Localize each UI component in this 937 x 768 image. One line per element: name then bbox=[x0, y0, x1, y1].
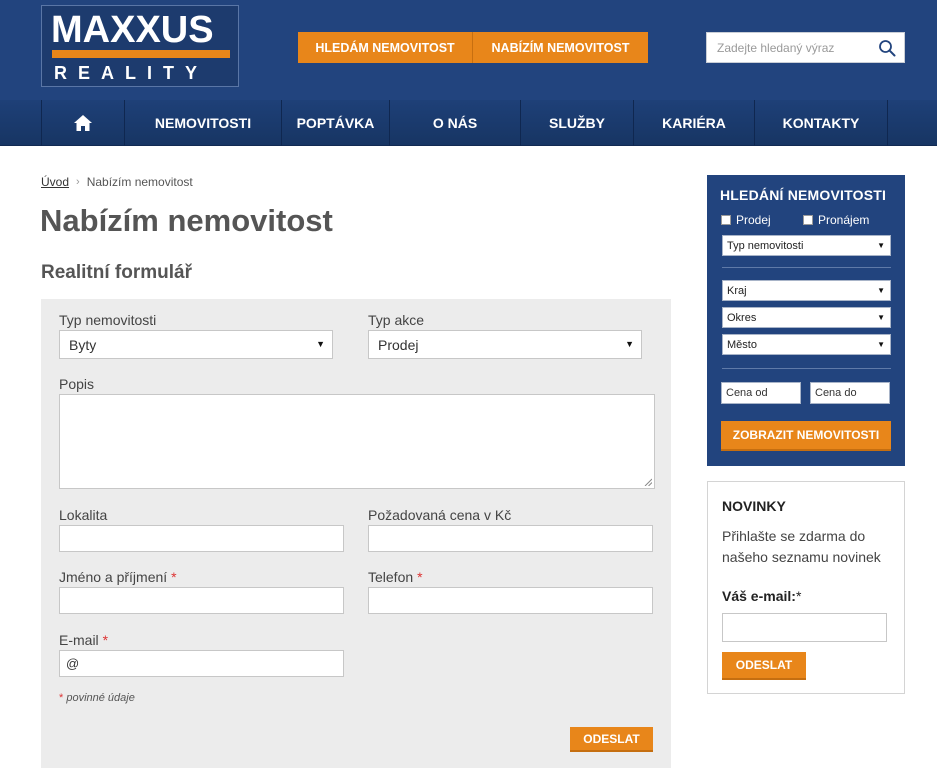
home-icon bbox=[74, 115, 92, 131]
email-label: E-mail * bbox=[59, 632, 108, 648]
dropdown-arrow-icon: ▼ bbox=[877, 313, 885, 322]
breadcrumb-home-link[interactable]: Úvod bbox=[41, 175, 69, 189]
email-label-text: E-mail bbox=[59, 632, 99, 648]
nav-item-career[interactable]: KARIÉRA bbox=[633, 100, 754, 146]
name-input[interactable] bbox=[59, 587, 344, 614]
rent-checkbox[interactable] bbox=[803, 215, 813, 225]
price-to-input[interactable] bbox=[810, 382, 890, 404]
dropdown-arrow-icon: ▼ bbox=[877, 340, 885, 349]
name-label-text: Jméno a příjmení bbox=[59, 569, 168, 585]
site-header: MAXXUS REALITY HLEDÁM NEMOVITOST NABÍZÍM… bbox=[0, 0, 937, 100]
show-properties-button[interactable]: ZOBRAZIT NEMOVITOSTI bbox=[721, 421, 891, 451]
chevron-right-icon: › bbox=[76, 176, 80, 188]
newsletter-email-label-text: Váš e-mail: bbox=[722, 588, 796, 604]
newsletter-text: Přihlašte se zdarma do našeho seznamu no… bbox=[722, 528, 881, 565]
newsletter-email-label: Váš e-mail:* bbox=[722, 588, 801, 604]
site-search bbox=[706, 32, 905, 63]
sidebar-property-search: HLEDÁNÍ NEMOVITOSTI Prodej Pronájem Typ … bbox=[707, 175, 905, 466]
property-type-value: Byty bbox=[69, 336, 97, 353]
sidebar-search-title: HLEDÁNÍ NEMOVITOSTI bbox=[720, 187, 887, 203]
breadcrumb-current: Nabízím nemovitost bbox=[86, 175, 193, 189]
price-input[interactable] bbox=[368, 525, 653, 552]
sidebar-divider bbox=[722, 267, 891, 268]
action-type-value: Prodej bbox=[378, 336, 419, 353]
location-input[interactable] bbox=[59, 525, 344, 552]
sidebar-divider bbox=[722, 368, 891, 369]
newsletter-title: NOVINKY bbox=[722, 498, 786, 514]
action-type-label: Typ akce bbox=[368, 312, 425, 328]
required-mark: * bbox=[795, 588, 802, 604]
nav-item-contacts[interactable]: KONTAKTY bbox=[754, 100, 888, 146]
phone-label: Telefon * bbox=[368, 569, 423, 585]
logo-bar bbox=[52, 50, 230, 58]
name-label: Jméno a příjmení * bbox=[59, 569, 177, 585]
required-mark: * bbox=[171, 569, 177, 585]
city-select[interactable]: Město ▼ bbox=[722, 334, 891, 355]
nav-item-about[interactable]: O NÁS bbox=[389, 100, 520, 146]
email-input[interactable] bbox=[59, 650, 344, 677]
rent-checkbox-label: Pronájem bbox=[818, 213, 870, 227]
description-label: Popis bbox=[59, 376, 95, 392]
description-textarea[interactable] bbox=[59, 394, 655, 489]
location-label: Lokalita bbox=[59, 507, 108, 523]
sale-checkbox-label: Prodej bbox=[736, 213, 771, 227]
top-buttons: HLEDÁM NEMOVITOST NABÍZÍM NEMOVITOST bbox=[298, 32, 648, 63]
nav-item-services[interactable]: SLUŽBY bbox=[520, 100, 633, 146]
dropdown-arrow-icon: ▼ bbox=[316, 339, 325, 349]
search-input[interactable] bbox=[707, 33, 872, 62]
newsletter-submit-button[interactable]: ODESLAT bbox=[722, 652, 806, 680]
breadcrumb: Úvod › Nabízím nemovitost bbox=[41, 175, 193, 189]
dropdown-arrow-icon: ▼ bbox=[877, 286, 885, 295]
property-type-label: Typ nemovitosti bbox=[59, 312, 157, 328]
realty-form: Typ nemovitosti Byty ▼ Typ akce Prodej ▼… bbox=[41, 299, 671, 768]
phone-label-text: Telefon bbox=[368, 569, 414, 585]
property-type-select[interactable]: Byty ▼ bbox=[59, 330, 333, 359]
required-mark: * bbox=[59, 692, 64, 704]
form-title: Realitní formulář bbox=[41, 262, 192, 283]
dropdown-arrow-icon: ▼ bbox=[877, 241, 885, 250]
search-property-button[interactable]: HLEDÁM NEMOVITOST bbox=[298, 32, 472, 63]
offer-property-button[interactable]: NABÍZÍM NEMOVITOST bbox=[472, 32, 648, 63]
price-label: Požadovaná cena v Kč bbox=[368, 507, 512, 523]
newsletter-box: NOVINKY Přihlašte se zdarma do našeho se… bbox=[707, 481, 905, 694]
district-select[interactable]: Okres ▼ bbox=[722, 307, 891, 328]
logo-text-top: MAXXUS bbox=[51, 9, 214, 51]
sale-checkbox[interactable] bbox=[721, 215, 731, 225]
sidebar-property-type-select[interactable]: Typ nemovitosti ▼ bbox=[722, 235, 891, 256]
required-mark: * bbox=[417, 569, 423, 585]
sale-checkbox-row[interactable]: Prodej bbox=[721, 213, 771, 227]
district-value: Okres bbox=[727, 311, 757, 324]
newsletter-email-input[interactable] bbox=[722, 613, 887, 642]
price-from-input[interactable] bbox=[721, 382, 801, 404]
sidebar-property-type-value: Typ nemovitosti bbox=[727, 239, 804, 252]
logo-text-bottom: REALITY bbox=[54, 63, 209, 83]
resize-handle-icon[interactable] bbox=[644, 478, 652, 486]
required-note-text: povinné údaje bbox=[66, 692, 135, 704]
action-type-select[interactable]: Prodej ▼ bbox=[368, 330, 642, 359]
nav-item-properties[interactable]: NEMOVITOSTI bbox=[124, 100, 281, 146]
city-value: Město bbox=[727, 338, 757, 351]
nav-home[interactable] bbox=[41, 100, 124, 146]
required-mark: * bbox=[102, 632, 109, 648]
search-icon[interactable] bbox=[878, 39, 896, 57]
rent-checkbox-row[interactable]: Pronájem bbox=[803, 213, 869, 227]
phone-input[interactable] bbox=[368, 587, 653, 614]
form-submit-button[interactable]: ODESLAT bbox=[570, 727, 653, 752]
region-select[interactable]: Kraj ▼ bbox=[722, 280, 891, 301]
required-note: * povinné údaje bbox=[59, 692, 135, 704]
nav-item-demand[interactable]: POPTÁVKA bbox=[281, 100, 389, 146]
dropdown-arrow-icon: ▼ bbox=[625, 339, 634, 349]
logo[interactable]: MAXXUS REALITY bbox=[41, 5, 239, 87]
page-title: Nabízím nemovitost bbox=[40, 203, 333, 238]
region-value: Kraj bbox=[727, 284, 747, 297]
main-nav: NEMOVITOSTI POPTÁVKA O NÁS SLUŽBY KARIÉR… bbox=[0, 100, 937, 146]
